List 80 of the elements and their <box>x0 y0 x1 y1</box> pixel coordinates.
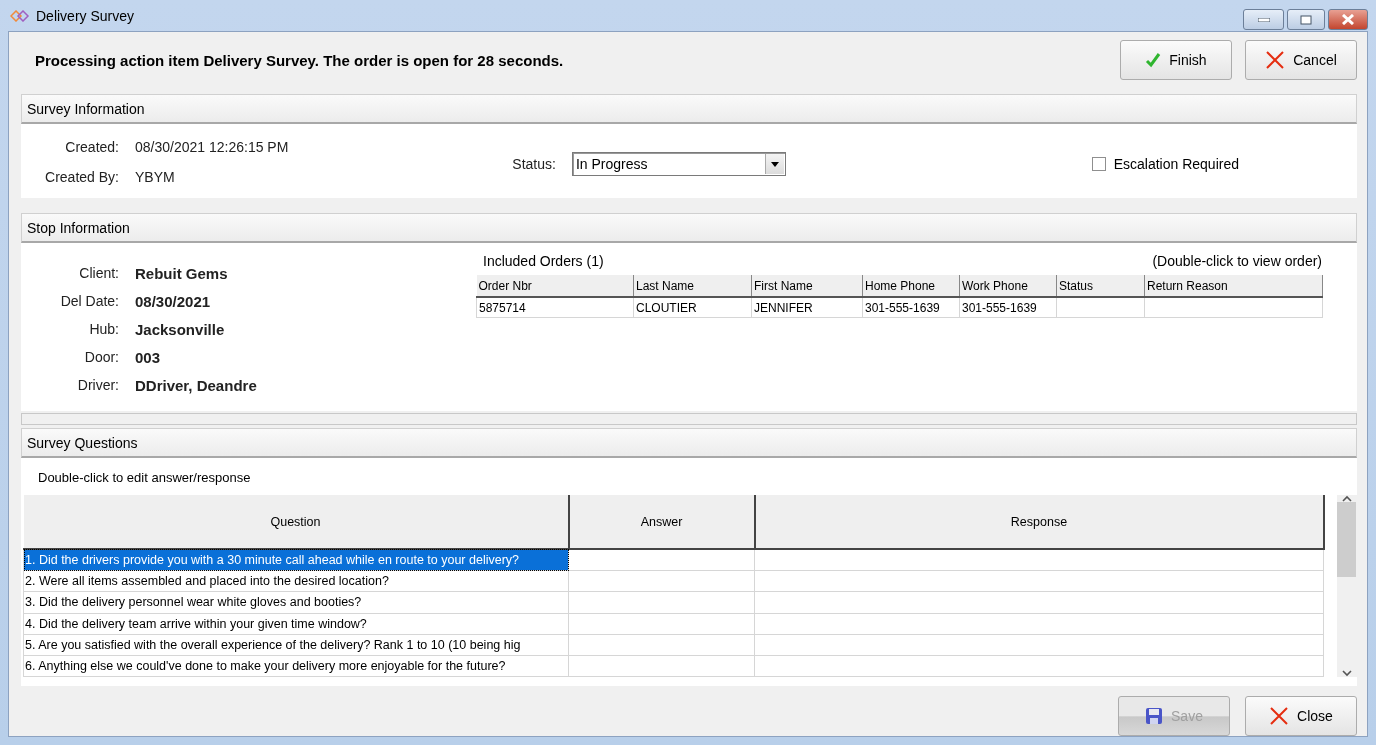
table-cell: 301-555-1639 <box>959 297 1057 318</box>
table-cell: JENNIFER <box>751 297 863 318</box>
table-cell[interactable] <box>754 570 1324 592</box>
restore-icon <box>1300 14 1312 25</box>
close-icon <box>1265 50 1286 70</box>
section-header: Survey Questions <box>21 428 1357 458</box>
table-cell[interactable] <box>754 591 1324 613</box>
column-header[interactable]: Status <box>1056 275 1145 297</box>
field-label: Driver: <box>76 377 119 394</box>
close-icon <box>1341 14 1355 25</box>
table-cell[interactable] <box>754 613 1324 635</box>
action-button[interactable]: Close <box>1245 696 1357 736</box>
field-label: Door: <box>83 349 119 366</box>
orders-table[interactable]: Order Nbr Last Name First Name Home Phone Work Phone Status Return Reason 5875714 CLOUTIER JENNIFER 301-555-1639 301-555-1639 <box>476 275 1323 318</box>
table-cell[interactable]: 1. Did the drivers provide you with a 30 minute call ahead while en route to your delivery? <box>23 549 569 571</box>
table-cell[interactable]: 6. Anything else we could've done to make your delivery more enjoyable for the future? <box>23 655 569 677</box>
questions-table[interactable] <box>23 495 1325 677</box>
section-header: Survey Information <box>21 94 1357 124</box>
table-cell[interactable]: 2. Were all items assembled and placed into the desired location? <box>23 570 569 592</box>
table-cell[interactable] <box>754 634 1324 656</box>
column-header[interactable]: Order Nbr <box>476 275 634 297</box>
column-header[interactable]: Home Phone <box>862 275 960 297</box>
field-label: Created: <box>64 139 119 155</box>
column-header[interactable]: Question <box>23 495 569 549</box>
close-icon <box>1269 706 1290 726</box>
scroll-down-icon <box>1341 670 1352 677</box>
field-value: Rebuit Gems <box>135 265 229 282</box>
table-cell[interactable] <box>754 549 1324 571</box>
maximize-button[interactable] <box>1287 9 1325 30</box>
table-title: Included Orders (1) <box>483 253 604 269</box>
app-logo-icon <box>10 9 30 22</box>
table-cell: 301-555-1639 <box>862 297 960 318</box>
hint-text: Double-click to edit answer/response <box>37 469 252 487</box>
table-cell[interactable] <box>568 591 755 613</box>
field-value: 08/30/2021 <box>135 293 212 310</box>
minimize-icon <box>1257 17 1270 22</box>
scrollbar[interactable] <box>1336 495 1357 677</box>
field-value: 08/30/2021 12:26:15 PM <box>135 139 289 155</box>
table-cell[interactable] <box>568 549 755 571</box>
table-cell[interactable] <box>568 613 755 635</box>
scrollbar-thumb[interactable] <box>1337 502 1357 577</box>
field-value: Jacksonville <box>135 321 226 338</box>
table-cell: CLOUTIER <box>633 297 752 318</box>
table-cell[interactable]: 4. Did the delivery team arrive within your given time window? <box>23 613 569 635</box>
column-header[interactable]: Return Reason <box>1144 275 1323 297</box>
table-cell: 5875714 <box>476 297 634 318</box>
window-title: Delivery Survey <box>36 7 135 24</box>
column-header[interactable]: Work Phone <box>959 275 1057 297</box>
field-label: Client: <box>78 265 119 282</box>
field-label: Hub: <box>88 321 119 338</box>
table-cell[interactable]: 3. Did the delivery personnel wear white gloves and booties? <box>23 591 569 613</box>
status-message: Processing action item Delivery Survey. The order is open for 28 seconds. <box>35 51 564 69</box>
table-cell[interactable] <box>568 655 755 677</box>
table-cell[interactable] <box>754 655 1324 677</box>
field-value: YBYM <box>135 169 176 185</box>
column-header[interactable]: Last Name <box>633 275 752 297</box>
scroll-up-icon <box>1341 495 1352 502</box>
check-icon <box>1145 52 1162 68</box>
action-button[interactable]: Finish <box>1120 40 1232 80</box>
close-button[interactable] <box>1328 9 1368 30</box>
table-hint: (Double-click to view order) <box>1152 253 1322 269</box>
section-header: Stop Information <box>21 213 1357 243</box>
column-header[interactable]: First Name <box>751 275 863 297</box>
splitter-bar[interactable] <box>21 413 1357 425</box>
table-cell[interactable] <box>568 634 755 656</box>
minimize-button[interactable] <box>1243 9 1284 30</box>
dropdown-arrow-icon <box>770 161 779 167</box>
field-label: Created By: <box>44 169 119 185</box>
status-dropdown[interactable]: In Progress <box>571 152 786 176</box>
field-value: 003 <box>135 349 162 366</box>
field-value: DDriver, Deandre <box>135 377 257 394</box>
field-label: Status: <box>512 156 556 172</box>
field-label: Del Date: <box>59 293 119 310</box>
column-header[interactable]: Response <box>754 495 1324 549</box>
checkbox[interactable] <box>1091 157 1106 171</box>
table-cell[interactable]: 5. Are you satisfied with the overall experience of the delivery? Rank 1 to 10 (10 being hig <box>23 634 569 656</box>
action-button[interactable]: Cancel <box>1245 40 1357 80</box>
table-cell[interactable] <box>568 570 755 592</box>
checkbox-label: Escalation Required <box>1113 156 1239 172</box>
column-header[interactable]: Answer <box>568 495 755 549</box>
